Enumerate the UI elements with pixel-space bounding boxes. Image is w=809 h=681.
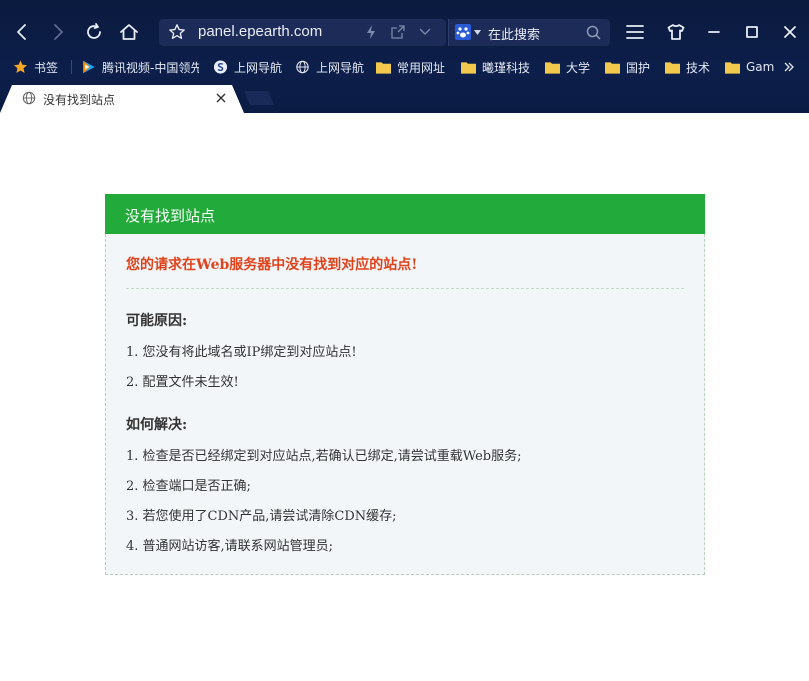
address-bar[interactable]: panel.epearth.com [159,19,446,46]
folder-icon [461,62,476,74]
share-icon[interactable] [391,25,405,39]
bookmark-folder[interactable]: 国护 [605,57,650,77]
home-icon [120,24,138,40]
star-icon [13,60,28,73]
baidu-paw-icon[interactable] [455,24,471,40]
tab-title: 没有找到站点 [43,93,116,107]
reasons-heading: 可能原因: [126,313,188,329]
reload-button[interactable] [80,18,108,46]
maximize-icon [746,26,758,38]
hamburger-icon [626,25,644,39]
search-icon[interactable] [586,25,601,40]
lightning-icon[interactable] [365,25,377,39]
forward-button[interactable] [44,18,72,46]
arrow-left-icon [17,24,26,40]
folder-icon [545,62,560,74]
tab-strip: 没有找到站点 [0,85,809,113]
tencent-video-icon [83,60,95,74]
panel-body: 您的请求在Web服务器中没有找到对应的站点! 可能原因: 1. 您没有将此域名或… [105,234,705,575]
bookmark-folder[interactable]: 常用网址 [376,57,445,77]
back-button[interactable] [8,18,36,46]
reload-icon [87,23,101,39]
folder-icon [725,62,740,74]
bookmark-folder[interactable]: 大学 [545,57,590,77]
bookmarks-divider [71,60,72,74]
minimize-icon [708,31,720,33]
list-item: 1. 您没有将此域名或IP绑定到对应站点! [126,345,357,360]
engine-dropdown-icon[interactable] [474,30,481,35]
tab-active[interactable]: 没有找到站点 [0,85,244,113]
close-tab-icon[interactable] [214,91,228,105]
skin-button[interactable] [662,18,690,46]
list-item: 2. 配置文件未生效! [126,375,239,390]
maximize-button[interactable] [738,18,766,46]
solutions-heading: 如何解决: [126,417,188,433]
double-chevron-right-icon [784,62,794,72]
globe-icon [296,60,309,74]
home-button[interactable] [115,18,143,46]
close-window-button[interactable] [776,18,804,46]
divider [126,288,684,289]
error-panel: 没有找到站点 您的请求在Web服务器中没有找到对应的站点! 可能原因: 1. 您… [105,194,705,576]
tab-background [0,85,244,113]
folder-icon [605,62,620,74]
bookmark-folder[interactable]: 技术 [665,57,710,77]
chevron-down-icon[interactable] [419,28,431,36]
new-tab-button[interactable] [244,91,274,105]
shirt-icon [667,24,685,40]
arrow-right-icon [54,24,63,40]
error-message: 您的请求在Web服务器中没有找到对应的站点! [126,257,418,273]
folder-icon [376,62,391,74]
list-item: 1. 检查是否已经绑定到对应站点,若确认已绑定,请尝试重载Web服务; [126,449,522,464]
browser-chrome: panel.epearth.com 在此搜索 书签 腾讯视频-中国领先 上网导航… [0,0,809,113]
panel-title: 没有找到站点 [125,207,216,225]
list-item: 3. 若您使用了CDN产品,请尝试清除CDN缓存; [126,509,397,524]
minimize-button[interactable] [700,18,728,46]
bookmark-folder[interactable]: 曦瑾科技 [461,57,530,77]
bookmark-item[interactable]: 上网导航 [213,57,282,77]
close-icon [784,26,796,38]
menu-button[interactable] [621,18,649,46]
bookmark-item[interactable]: 腾讯视频-中国领先 [81,57,199,77]
list-item: 2. 检查端口是否正确; [126,479,251,494]
bookmarks-bar: 书签 腾讯视频-中国领先 上网导航 上网导航 常用网址 曦瑾科技 大学 国护 技… [0,55,809,79]
globe-icon [22,91,36,105]
folder-icon [665,62,680,74]
list-item: 4. 普通网站访客,请联系网站管理员; [126,539,334,554]
search-box[interactable]: 在此搜索 [448,19,610,46]
url-text[interactable]: panel.epearth.com [198,23,322,40]
bookmark-item[interactable]: 书签 [13,57,58,77]
panel-header: 没有找到站点 [105,194,705,234]
bookmark-folder[interactable]: Gam [725,57,775,77]
bookmark-item[interactable]: 上网导航 [295,57,364,77]
bookmark-star-icon[interactable] [168,23,186,41]
search-input[interactable]: 在此搜索 [488,24,540,43]
bookmarks-overflow-button[interactable] [783,57,795,77]
sogou-icon [213,60,228,74]
